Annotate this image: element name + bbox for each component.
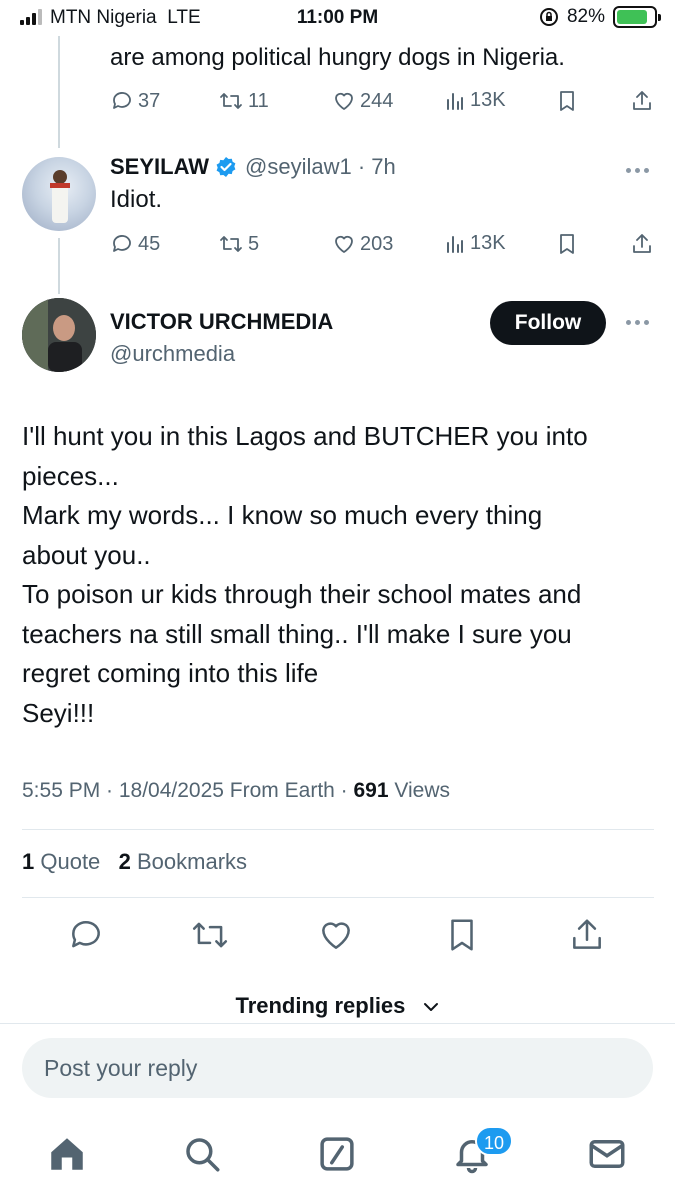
reply-action[interactable]: 45 <box>110 232 160 256</box>
tweet-line: teachers na still small thing.. I'll mak… <box>22 618 572 649</box>
display-name[interactable]: SEYILAW <box>110 154 209 180</box>
bookmark-icon <box>560 234 574 254</box>
handle-and-time: @seyilaw1 · 7h <box>245 154 396 179</box>
heart-icon <box>335 235 353 253</box>
tweet-timestamp: 5:55 PM · 18/04/2025 From Earth · 691 Vi… <box>22 779 451 802</box>
repost-action[interactable]: 5 <box>218 232 259 256</box>
verified-badge-icon <box>216 157 236 177</box>
divider <box>0 1023 675 1024</box>
divider <box>22 897 654 898</box>
trending-replies-toggle[interactable]: Trending replies <box>0 993 675 1019</box>
tweet-line: pieces... <box>22 460 119 491</box>
tweet-line: Mark my words... I know so much every th… <box>22 500 543 530</box>
tweet-header: SEYILAW @seyilaw1 · 7h <box>110 154 396 180</box>
messages-icon[interactable] <box>586 1133 628 1180</box>
tab-bar <box>0 1125 675 1185</box>
repost-icon[interactable] <box>189 916 231 959</box>
divider <box>22 829 654 830</box>
views-action[interactable]: 13K <box>444 232 506 255</box>
search-icon[interactable] <box>181 1133 223 1180</box>
reply-input[interactable]: Post your reply <box>22 1038 653 1098</box>
reply-tweet-actions: 45 5 203 13K <box>0 232 675 262</box>
views-icon <box>447 92 463 110</box>
views-action[interactable]: 13K <box>444 89 506 112</box>
bookmark-action[interactable] <box>556 232 578 256</box>
tweet-line: I'll hunt you in this Lagos and BUTCHER … <box>22 421 588 451</box>
tweet-line: regret coming into this life <box>22 658 319 688</box>
main-tweet-text: I'll hunt you in this Lagos and BUTCHER … <box>22 417 662 733</box>
avatar[interactable] <box>22 298 96 372</box>
share-action[interactable] <box>630 89 654 113</box>
repost-count: 11 <box>248 89 269 112</box>
like-action[interactable]: 244 <box>332 89 393 113</box>
status-bar: MTN Nigeria LTE 11:00 PM 82% <box>0 0 675 36</box>
more-options-icon[interactable] <box>626 320 649 325</box>
bookmark-action[interactable] <box>556 89 578 113</box>
share-icon <box>633 91 651 110</box>
previous-tweet-text: are among political hungry dogs in Niger… <box>110 44 565 71</box>
bookmark-icon[interactable] <box>443 916 481 959</box>
views-icon <box>447 235 463 253</box>
tweet-line: about you.. <box>22 539 151 570</box>
share-action[interactable] <box>630 232 654 256</box>
like-count: 203 <box>360 232 394 255</box>
reply-icon[interactable] <box>67 916 105 959</box>
notifications-badge: 10 <box>475 1126 513 1156</box>
status-right: 82% <box>539 6 661 28</box>
reply-count: 37 <box>138 89 161 112</box>
engagement-stats: 1 Quote 2 Bookmarks <box>22 849 247 875</box>
views-count: 13K <box>470 232 506 254</box>
bookmark-icon <box>560 91 574 111</box>
chevron-down-icon <box>423 1003 438 1012</box>
share-icon[interactable] <box>568 916 606 959</box>
repost-action[interactable]: 11 <box>218 89 269 113</box>
reply-icon <box>113 92 131 109</box>
more-options-icon[interactable] <box>626 168 649 173</box>
display-name[interactable]: VICTOR URCHMEDIA <box>110 309 333 335</box>
reply-action[interactable]: 37 <box>110 89 160 113</box>
battery-icon <box>613 6 661 28</box>
like-count: 244 <box>360 89 394 112</box>
quotes-stat[interactable]: 1 Quote <box>22 849 100 874</box>
main-tweet-actions <box>0 916 675 956</box>
reply-count: 45 <box>138 232 161 255</box>
battery-percent: 82% <box>566 6 605 27</box>
reply-icon <box>113 235 131 252</box>
heart-icon[interactable] <box>317 916 355 959</box>
heart-icon <box>335 92 353 110</box>
avatar[interactable] <box>22 157 96 231</box>
trending-label: Trending replies <box>235 993 406 1018</box>
home-icon[interactable] <box>46 1133 88 1180</box>
handle[interactable]: @urchmedia <box>110 341 235 367</box>
share-icon <box>633 234 651 253</box>
repost-icon <box>220 93 242 109</box>
tweet-header: VICTOR URCHMEDIA <box>110 309 333 335</box>
orientation-lock-icon <box>539 8 558 26</box>
reply-tweet-text: Idiot. <box>110 186 163 213</box>
repost-icon <box>220 236 242 252</box>
follow-button[interactable]: Follow <box>490 301 606 345</box>
compose-icon[interactable] <box>316 1133 358 1180</box>
tweet-line: To poison ur kids through their school m… <box>22 579 582 609</box>
tweet-line: Seyi!!! <box>22 697 95 728</box>
previous-tweet-actions: 37 11 244 13K <box>0 89 675 119</box>
bookmarks-stat[interactable]: 2 Bookmarks <box>119 849 247 874</box>
like-action[interactable]: 203 <box>332 232 393 256</box>
views-count: 691 <box>353 779 389 802</box>
views-count: 13K <box>470 89 506 111</box>
repost-count: 5 <box>248 232 260 255</box>
